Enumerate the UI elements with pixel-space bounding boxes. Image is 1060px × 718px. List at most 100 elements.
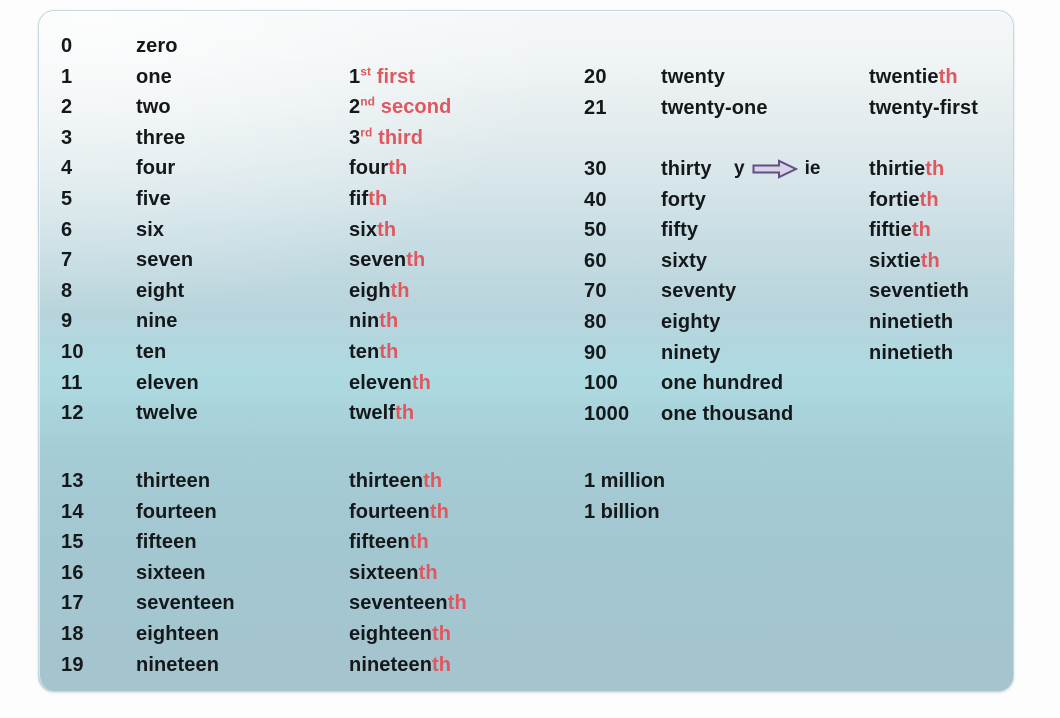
- ordinal-superscript: rd: [360, 125, 373, 140]
- cardinal-text: four: [136, 157, 176, 180]
- ordinal-text: sixteenth: [349, 558, 438, 588]
- cardinal-text: seventy: [661, 280, 737, 303]
- cardinal-text: eight: [136, 279, 185, 302]
- ordinal-stem: nin: [349, 310, 380, 333]
- cardinal-text: seven: [136, 249, 194, 272]
- ordinal-suffix: th: [920, 249, 940, 272]
- ordinal-text: eighteenth: [349, 619, 451, 649]
- ordinal-text: fourth: [349, 153, 407, 183]
- ordinal-word: third: [372, 126, 424, 149]
- cardinal-text: zero: [136, 35, 178, 57]
- row-number: 14: [61, 500, 84, 523]
- ordinal-stem: thirtie: [869, 158, 926, 180]
- cardinal-text: fourteen: [136, 500, 217, 523]
- ordinal-text: 3rd third: [349, 123, 423, 153]
- ordinal-suffix: th: [432, 623, 452, 645]
- row-number: 21: [584, 96, 607, 119]
- ordinal-text: twelfth: [349, 398, 414, 428]
- cardinal-text: three: [136, 126, 186, 149]
- ordinal-text: thirteenth: [349, 466, 442, 496]
- ordinal-suffix: th: [390, 279, 410, 302]
- ordinal-stem: thirteen: [349, 470, 424, 492]
- ordinal-suffix: th: [388, 157, 408, 180]
- row-number: 9: [61, 310, 73, 333]
- ordinal-stem: seven: [349, 249, 407, 272]
- ordinal-text: sixtieth: [869, 246, 940, 276]
- ordinal-text: fourteenth: [349, 497, 449, 527]
- row-number: 19: [61, 653, 84, 676]
- right-arrow-icon: [752, 159, 798, 179]
- ordinal-suffix: th: [429, 500, 449, 523]
- cardinal-text: five: [136, 188, 171, 210]
- ordinal-superscript: nd: [360, 94, 376, 109]
- row-number: 4: [61, 157, 73, 180]
- ordinal-suffix: th: [379, 341, 399, 363]
- ordinal-suffix: th: [911, 219, 931, 242]
- row-number: 2: [61, 96, 73, 119]
- ordinal-suffix: th: [432, 653, 452, 676]
- cardinal-text: twenty: [661, 66, 725, 88]
- ordinal-suffix: th: [368, 188, 388, 210]
- ordinal-stem: eigh: [349, 279, 391, 302]
- rule-to-letters: ie: [804, 158, 821, 179]
- row-number: 18: [61, 623, 84, 645]
- ordinal-stem: ten: [349, 341, 380, 363]
- cardinal-text: sixteen: [136, 561, 206, 584]
- ordinal-text: twentieth: [869, 62, 958, 92]
- ordinal-suffix: th: [409, 531, 429, 554]
- page-background: 0 zero 1 one 1st first 2 two 2nd second 3 three 3r…: [0, 0, 1060, 718]
- ordinal-stem: six: [349, 218, 378, 241]
- row-number: 15: [61, 531, 84, 554]
- row-number: 5: [61, 188, 73, 210]
- cardinal-text: nine: [136, 310, 178, 333]
- ordinal-text: ninetieth: [869, 307, 953, 337]
- cardinal-text: seventeen: [136, 592, 235, 615]
- ordinal-text: 2nd second: [349, 92, 451, 122]
- cardinal-text: two: [136, 96, 171, 119]
- ordinal-suffix: th: [379, 310, 399, 333]
- cardinal-text: nineteen: [136, 653, 220, 676]
- ordinal-text: eleventh: [349, 368, 431, 398]
- cardinal-text: ten: [136, 341, 167, 363]
- row-number: 12: [61, 402, 84, 425]
- row-number: 40: [584, 188, 607, 211]
- large-number-text: 1 billion: [584, 500, 660, 523]
- ordinal-text: sixth: [349, 215, 396, 245]
- ordinal-text: fiftieth: [869, 215, 931, 245]
- ordinal-suffix: th: [395, 402, 415, 425]
- cardinal-text: six: [136, 218, 165, 241]
- row-number: 7: [61, 249, 73, 272]
- cardinal-text: one: [136, 65, 172, 88]
- row-number: 13: [61, 470, 84, 492]
- ordinal-stem: seventieth: [869, 280, 969, 303]
- ordinal-numeral: 3: [349, 126, 361, 149]
- ordinal-stem: sixteen: [349, 561, 419, 584]
- row-number: 16: [61, 561, 84, 584]
- row-number: 3: [61, 126, 73, 149]
- ordinal-text: thirtieth: [869, 154, 944, 184]
- ordinal-superscript: st: [360, 63, 372, 78]
- ordinal-text: fifteenth: [349, 527, 429, 557]
- row-number: 60: [584, 249, 607, 272]
- ordinal-stem: nineteen: [349, 653, 433, 676]
- ordinal-stem: eighteen: [349, 623, 433, 645]
- ordinal-suffix: th: [406, 249, 426, 272]
- ordinal-text: seventh: [349, 245, 425, 275]
- row-number: 6: [61, 218, 73, 241]
- ordinal-suffix: th: [447, 592, 467, 615]
- cardinal-text: forty: [661, 188, 706, 211]
- ordinal-text: 1st first: [349, 62, 415, 92]
- row-number: 30: [584, 158, 607, 180]
- ordinal-suffix: th: [418, 561, 438, 584]
- row-number: 0: [61, 35, 73, 57]
- ordinal-stem: seventeen: [349, 592, 448, 615]
- row-number: 10: [61, 341, 84, 363]
- cardinal-text: fifty: [661, 219, 699, 242]
- row-number: 80: [584, 311, 607, 333]
- cardinal-text: eighty: [661, 311, 721, 333]
- ordinal-text: fifth: [349, 184, 387, 214]
- ordinal-stem: four: [349, 157, 389, 180]
- cardinal-text: ninety: [661, 341, 721, 364]
- ordinal-stem: fiftie: [869, 219, 912, 242]
- large-number-text: 1 million: [584, 470, 666, 492]
